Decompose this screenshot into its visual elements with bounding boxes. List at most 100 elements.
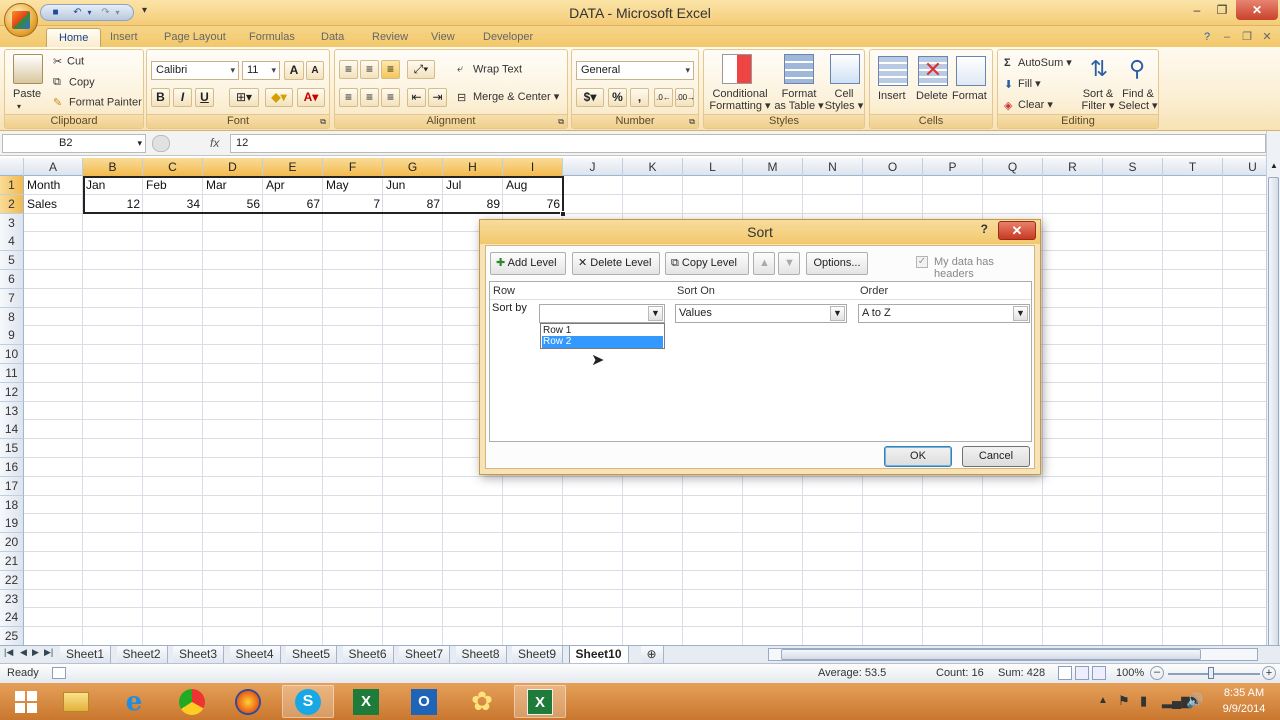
merge-center-button[interactable]: ⊟ Merge & Center ▾	[457, 90, 559, 104]
chrome-icon[interactable]	[166, 685, 218, 718]
cell-c1[interactable]: Feb	[143, 176, 203, 195]
options-button[interactable]: Options...	[806, 252, 868, 275]
clear-button[interactable]: ◈ Clear ▾	[1004, 98, 1053, 112]
excel-active-window-icon[interactable]: X	[514, 685, 566, 718]
page-break-view-icon[interactable]	[1092, 666, 1106, 680]
column-header-e[interactable]: E	[263, 158, 323, 176]
font-size-select[interactable]: 11	[242, 61, 280, 80]
tab-home[interactable]: Home	[46, 28, 102, 47]
conditional-formatting-icon[interactable]	[722, 54, 752, 84]
sort-by-arrow-icon[interactable]: ▼	[648, 306, 663, 321]
insert-cells-icon[interactable]	[878, 56, 908, 86]
row-header-25[interactable]: 25	[0, 627, 24, 645]
tray-expand-icon[interactable]: ▲	[1098, 695, 1108, 706]
excel-taskbar-icon[interactable]: X	[340, 685, 392, 718]
cell-d1[interactable]: Mar	[203, 176, 263, 195]
cut-button[interactable]: ✂ Cut	[53, 55, 84, 68]
copy-button[interactable]: ⧉ Copy	[53, 76, 95, 89]
cell-styles-button[interactable]: Cell Styles ▾	[822, 88, 866, 112]
scroll-up-icon[interactable]: ▲	[1269, 161, 1279, 173]
format-as-table-icon[interactable]	[784, 54, 814, 84]
row-header-17[interactable]: 17	[0, 476, 24, 496]
align-top-icon[interactable]: ≡	[339, 60, 358, 79]
row-header-24[interactable]: 24	[0, 608, 24, 628]
format-cells-button[interactable]: Format	[952, 90, 987, 102]
cell-h2[interactable]: 89	[443, 195, 503, 214]
cell-d2[interactable]: 56	[203, 195, 263, 214]
delete-cells-button[interactable]: Delete	[916, 90, 948, 102]
sort-filter-icon[interactable]: ⇅	[1084, 54, 1114, 84]
paste-dropdown-icon[interactable]: ▾	[17, 102, 21, 111]
fill-button[interactable]: ⬇ Fill ▾	[1004, 77, 1041, 91]
row-header-4[interactable]: 4	[0, 232, 24, 252]
row-header-10[interactable]: 10	[0, 345, 24, 365]
comma-button[interactable]: ,	[630, 88, 649, 107]
row-header-11[interactable]: 11	[0, 364, 24, 383]
column-header-u[interactable]: U	[1223, 158, 1266, 176]
close-window-icon[interactable]: ✕	[1236, 0, 1278, 20]
column-header-s[interactable]: S	[1103, 158, 1163, 176]
column-header-l[interactable]: L	[683, 158, 743, 176]
sheet-tab-sheet7[interactable]: Sheet7	[399, 646, 451, 663]
vertical-scrollbar[interactable]: ▲	[1266, 131, 1280, 647]
column-header-r[interactable]: R	[1043, 158, 1103, 176]
format-cells-icon[interactable]	[956, 56, 986, 86]
column-header-c[interactable]: C	[143, 158, 203, 176]
cell-e1[interactable]: Apr	[263, 176, 323, 195]
insert-sheet-icon[interactable]: ⊕	[640, 646, 664, 663]
align-bottom-icon[interactable]: ≡	[381, 60, 400, 79]
volume-icon[interactable]: 🔊	[1186, 692, 1203, 709]
row-header-13[interactable]: 13	[0, 401, 24, 421]
start-button[interactable]	[0, 685, 52, 718]
help-icon[interactable]: ?	[1198, 28, 1216, 47]
clock-time[interactable]: 8:35 AM	[1214, 687, 1274, 699]
row-header-14[interactable]: 14	[0, 420, 24, 440]
decrease-decimal-icon[interactable]: .00→	[675, 88, 695, 107]
tab-view[interactable]: View	[419, 28, 467, 47]
increase-indent-icon[interactable]: ⇥	[428, 88, 447, 107]
row-header-7[interactable]: 7	[0, 288, 24, 308]
column-header-k[interactable]: K	[623, 158, 683, 176]
row-header-16[interactable]: 16	[0, 458, 24, 477]
fill-color-icon[interactable]: ◆▾	[265, 88, 293, 107]
row-header-20[interactable]: 20	[0, 533, 24, 553]
hscroll-thumb[interactable]	[781, 649, 1201, 660]
row-header-9[interactable]: 9	[0, 326, 24, 346]
sheet-tab-sheet6[interactable]: Sheet6	[342, 646, 394, 663]
format-painter-button[interactable]: ✎ Format Painter	[53, 96, 142, 109]
cell-i1[interactable]: Aug	[503, 176, 563, 195]
normal-view-icon[interactable]	[1058, 666, 1072, 680]
format-as-table-button[interactable]: Format as Table ▾	[772, 88, 826, 112]
internet-explorer-icon[interactable]: e	[108, 685, 160, 718]
row-header-1[interactable]: 1	[0, 176, 24, 195]
cell-f1[interactable]: May	[323, 176, 383, 195]
skype-icon[interactable]: S	[282, 685, 334, 718]
sheet-nav-last-icon[interactable]: ▶|	[44, 647, 53, 658]
align-middle-icon[interactable]: ≡	[360, 60, 379, 79]
ok-button[interactable]: OK	[884, 446, 952, 467]
borders-icon[interactable]: ⊞▾	[229, 88, 259, 107]
file-explorer-icon[interactable]	[50, 685, 102, 718]
zoom-level[interactable]: 100%	[1116, 667, 1144, 679]
insert-cells-button[interactable]: Insert	[878, 90, 906, 102]
order-select[interactable]: A to Z ▼	[858, 304, 1030, 323]
align-right-icon[interactable]: ≡	[381, 88, 400, 107]
cell-h1[interactable]: Jul	[443, 176, 503, 195]
percent-button[interactable]: %	[608, 88, 627, 107]
row-header-2[interactable]: 2	[0, 194, 24, 214]
fill-handle[interactable]	[560, 210, 566, 217]
order-arrow-icon[interactable]: ▼	[1013, 306, 1028, 321]
sheet-tab-sheet9[interactable]: Sheet9	[512, 646, 564, 663]
outlook-icon[interactable]: O	[398, 685, 450, 718]
column-header-q[interactable]: Q	[983, 158, 1043, 176]
number-format-select[interactable]: General	[576, 61, 694, 80]
office-button[interactable]	[4, 3, 38, 37]
dropdown-option-row2[interactable]: Row 2	[542, 336, 663, 348]
dialog-close-icon[interactable]: ✕	[998, 221, 1036, 240]
sheet-tab-sheet10[interactable]: Sheet10	[568, 646, 629, 663]
sheet-tab-sheet4[interactable]: Sheet4	[229, 646, 281, 663]
sheet-tab-sheet2[interactable]: Sheet2	[116, 646, 168, 663]
row-header-8[interactable]: 8	[0, 307, 24, 327]
paste-icon[interactable]	[13, 54, 43, 84]
row-header-15[interactable]: 15	[0, 439, 24, 459]
